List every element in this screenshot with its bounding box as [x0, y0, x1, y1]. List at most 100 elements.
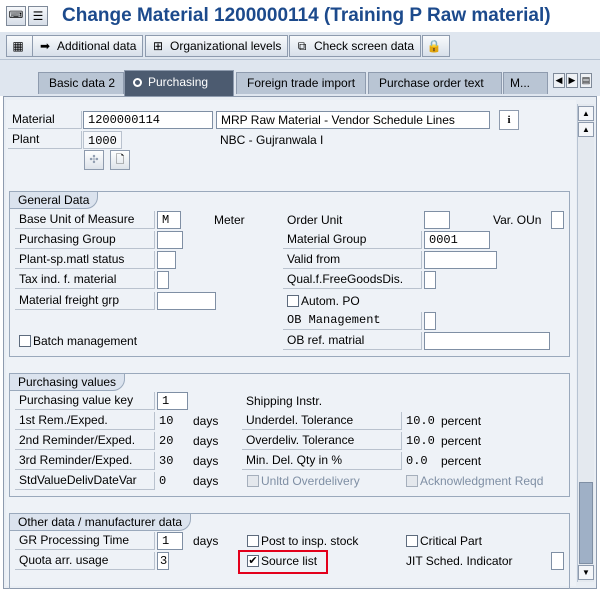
unltd-overdelivery-label: Unltd Overdelivery — [261, 474, 360, 488]
material-description-field[interactable]: MRP Raw Material - Vendor Schedule Lines — [216, 111, 490, 129]
tab-strip: Basic data 2 Purchasing Foreign trade im… — [0, 60, 600, 96]
purchasing-group-field[interactable] — [157, 231, 183, 249]
ob-management-field[interactable] — [424, 312, 436, 330]
scroll-thumb[interactable] — [579, 482, 593, 564]
rem3-label: 3rd Reminder/Exped. — [15, 452, 155, 470]
check-screen-icon: ⧉ — [297, 39, 307, 53]
check-screen-data-button[interactable]: ⧉ Check screen data — [289, 35, 422, 57]
source-list-label: Source list — [261, 554, 318, 568]
qual-free-goods-label: Qual.f.FreeGoodsDis. — [283, 271, 422, 289]
tab-foreign-trade-import[interactable]: Foreign trade import — [236, 72, 366, 94]
overview-button[interactable]: ▦ — [6, 35, 34, 57]
scroll-top-button[interactable]: ▲ — [578, 106, 594, 121]
ob-ref-material-field[interactable] — [424, 332, 550, 350]
scroll-down-button[interactable]: ▼ — [578, 565, 594, 580]
underdel-tolerance-unit: percent — [441, 414, 482, 428]
active-tab-icon — [133, 78, 142, 87]
rem1-unit: days — [193, 414, 219, 428]
purchasing-values-title: Purchasing values — [10, 374, 126, 391]
document-icon[interactable]: 🗋 — [110, 150, 130, 170]
quota-arr-usage-field[interactable]: 3 — [157, 552, 169, 570]
lock-button[interactable]: 🔒 — [422, 35, 450, 57]
purchasing-value-key-field[interactable]: 1 — [157, 392, 188, 410]
plant-label: Plant — [8, 131, 82, 149]
check-screen-data-label: Check screen data — [314, 39, 415, 53]
info-icon[interactable]: i — [499, 110, 519, 130]
gr-processing-time-field[interactable]: 1 — [157, 532, 183, 550]
title-bar: ⌨ ☰ Change Material 1200000114 (Training… — [0, 0, 600, 32]
material-field[interactable]: 1200000114 — [83, 111, 213, 129]
tab-list-button[interactable]: ▤ — [580, 73, 592, 88]
tab-purchase-order-text[interactable]: Purchase order text — [368, 72, 502, 94]
additional-data-button[interactable]: ➡ Additional data — [32, 35, 144, 57]
var-oun-label: Var. OUn — [493, 213, 542, 227]
overdel-tolerance-unit: percent — [441, 434, 482, 448]
rem2-unit: days — [193, 434, 219, 448]
tax-ind-field[interactable] — [157, 271, 169, 289]
application-toolbar: ▦ ➡ Additional data ⊞ Organizational lev… — [0, 32, 600, 60]
material-label: Material — [8, 111, 82, 129]
min-del-qty-label: Min. Del. Qty in % — [242, 452, 402, 470]
additional-data-label: Additional data — [57, 39, 137, 53]
underdel-tolerance-value: 10.0 — [406, 414, 435, 428]
shipping-instr-label: Shipping Instr. — [246, 394, 323, 408]
overdel-tolerance-label: Overdeliv. Tolerance — [242, 432, 402, 450]
rem2-label: 2nd Reminder/Exped. — [15, 432, 155, 450]
tab-purchasing-label: Purchasing — [148, 75, 209, 89]
rem3-unit: days — [193, 454, 219, 468]
tab-scroll-right-button[interactable]: ▶ — [566, 73, 578, 88]
window-title: Change Material 1200000114 (Training P R… — [62, 5, 551, 26]
gr-processing-time-unit: days — [193, 534, 219, 548]
tax-ind-label: Tax ind. f. material — [15, 271, 155, 289]
valid-from-field[interactable] — [424, 251, 497, 269]
tab-scroll-left-button[interactable]: ◀ — [553, 73, 565, 88]
qual-free-goods-field[interactable] — [424, 271, 436, 289]
plant-field: 1000 — [83, 131, 122, 149]
org-levels-label: Organizational levels — [170, 39, 282, 53]
freight-group-label: Material freight grp — [15, 292, 155, 310]
rem1-label: 1st Rem./Exped. — [15, 412, 155, 430]
tab-purchasing[interactable]: Purchasing — [124, 70, 234, 96]
std-value-var-unit: days — [193, 474, 219, 488]
ob-management-label: OB Management — [283, 312, 422, 330]
std-value-var-label: StdValueDelivDateVar — [15, 472, 155, 490]
additional-data-icon: ➡ — [39, 39, 51, 53]
material-group-field[interactable]: 0001 — [424, 231, 490, 249]
plant-status-label: Plant-sp.matl status — [15, 251, 155, 269]
plant-status-field[interactable] — [157, 251, 176, 269]
overview-icon: ▦ — [12, 39, 24, 53]
batch-management-label: Batch management — [33, 334, 138, 348]
underdel-tolerance-label: Underdel. Tolerance — [242, 412, 402, 430]
scroll-up-button[interactable]: ▲ — [578, 122, 594, 137]
post-insp-stock-label: Post to insp. stock — [261, 534, 359, 548]
min-del-qty-unit: percent — [441, 454, 482, 468]
gr-processing-time-label: GR Processing Time — [15, 532, 155, 550]
min-del-qty-value: 0.0 — [406, 454, 428, 468]
material-group-label: Material Group — [283, 231, 422, 249]
org-levels-icon: ⊞ — [152, 39, 164, 53]
org-levels-button[interactable]: ⊞ Organizational levels — [145, 35, 289, 57]
tab-basic-data-2[interactable]: Basic data 2 — [38, 72, 124, 94]
freight-group-field[interactable] — [157, 292, 216, 310]
purchasing-value-key-label: Purchasing value key — [15, 392, 155, 410]
menu-icon[interactable]: ☰ — [28, 6, 48, 26]
valid-from-label: Valid from — [283, 251, 422, 269]
base-uom-field[interactable]: M — [157, 211, 181, 229]
base-uom-label: Base Unit of Measure — [15, 211, 155, 229]
purchasing-group-label: Purchasing Group — [15, 231, 155, 249]
jit-sched-indicator-label: JIT Sched. Indicator — [406, 554, 513, 568]
quota-arr-usage-label: Quota arr. usage — [15, 552, 155, 570]
critical-part-label: Critical Part — [420, 534, 483, 548]
picture-icon[interactable]: ✣ — [84, 150, 104, 170]
acknowledgment-reqd-label: Acknowledgment Reqd — [420, 474, 544, 488]
lock-icon: 🔒 — [426, 39, 442, 53]
tab-more[interactable]: M... — [503, 72, 548, 94]
overdel-tolerance-value: 10.0 — [406, 434, 435, 448]
rem3-value: 30 — [159, 454, 174, 468]
plant-description: NBC - Gujranwala I — [220, 133, 324, 147]
order-unit-label: Order Unit — [287, 213, 343, 227]
jit-sched-indicator-field[interactable] — [551, 552, 564, 570]
var-oun-field[interactable] — [551, 211, 564, 229]
order-unit-field[interactable] — [424, 211, 450, 229]
command-field-icon[interactable]: ⌨ — [6, 6, 26, 26]
